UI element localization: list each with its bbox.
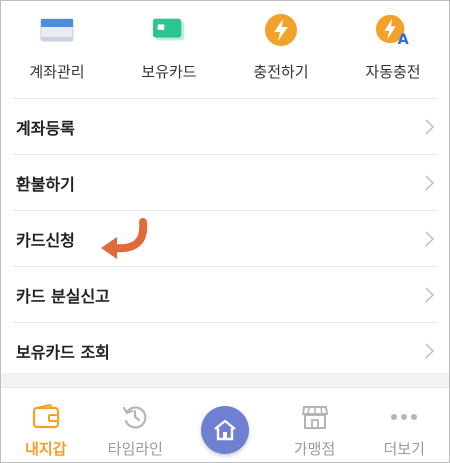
- quick-charge[interactable]: 충전하기: [226, 1, 336, 82]
- nav-label: 내지갑: [25, 440, 67, 458]
- chevron-right-icon: [425, 286, 435, 303]
- quick-actions: 계좌관리 보유카드 충전하기 A 자동충전: [1, 1, 449, 98]
- quick-owned-cards[interactable]: 보유카드: [114, 1, 224, 82]
- nav-label: 타임라인: [107, 440, 163, 458]
- more-dots-icon: [389, 402, 419, 432]
- menu-list: 계좌등록 환불하기 카드신청 카드 분실신고 보유카드 조회: [1, 98, 449, 379]
- nav-label: 더보기: [383, 440, 425, 458]
- quick-label: 자동충전: [365, 63, 421, 81]
- svg-text:A: A: [398, 32, 409, 47]
- menu-item-label: 계좌등록: [16, 118, 75, 138]
- chevron-right-icon: [425, 342, 435, 359]
- app-screen: 계좌관리 보유카드 충전하기 A 자동충전 계좌등록 환불하기 카드신청 카드 …: [0, 0, 450, 463]
- nav-wallet[interactable]: 내지갑: [2, 388, 90, 459]
- chevron-right-icon: [425, 118, 435, 135]
- bank-card-icon: [39, 13, 75, 47]
- chevron-right-icon: [425, 230, 435, 247]
- menu-item-label: 카드신청: [16, 230, 75, 250]
- menu-item-view-cards[interactable]: 보유카드 조회: [13, 322, 437, 379]
- history-icon: [120, 402, 150, 432]
- menu-item-label: 환불하기: [16, 174, 75, 194]
- nav-home[interactable]: [181, 388, 269, 454]
- menu-item-report-lost-card[interactable]: 카드 분실신고: [13, 266, 437, 322]
- quick-label: 보유카드: [141, 63, 197, 81]
- chevron-right-icon: [425, 174, 435, 191]
- card-icon: [151, 13, 187, 47]
- annotation-arrow-icon: [101, 218, 148, 259]
- menu-item-register-account[interactable]: 계좌등록: [13, 98, 437, 154]
- quick-label: 계좌관리: [29, 63, 85, 81]
- menu-item-label: 카드 분실신고: [16, 286, 110, 306]
- quick-account-manage[interactable]: 계좌관리: [2, 1, 112, 82]
- store-icon: [300, 402, 330, 432]
- home-icon: [214, 419, 236, 441]
- lightning-icon: [263, 13, 299, 47]
- quick-label: 충전하기: [253, 63, 309, 81]
- menu-item-card-apply[interactable]: 카드신청: [13, 210, 437, 266]
- section-divider: [1, 373, 449, 387]
- nav-more[interactable]: 더보기: [360, 388, 448, 459]
- wallet-icon: [31, 402, 61, 432]
- nav-stores[interactable]: 가맹점: [271, 388, 359, 459]
- menu-item-refund[interactable]: 환불하기: [13, 154, 437, 210]
- menu-item-label: 보유카드 조회: [16, 342, 110, 362]
- bottom-nav: 내지갑 타임라인 가맹점 더보기: [1, 387, 449, 462]
- quick-auto-charge[interactable]: A 자동충전: [338, 1, 448, 82]
- nav-timeline[interactable]: 타임라인: [91, 388, 179, 459]
- home-button[interactable]: [200, 406, 249, 454]
- nav-label: 가맹점: [293, 440, 336, 458]
- auto-charge-icon: A: [375, 13, 411, 47]
